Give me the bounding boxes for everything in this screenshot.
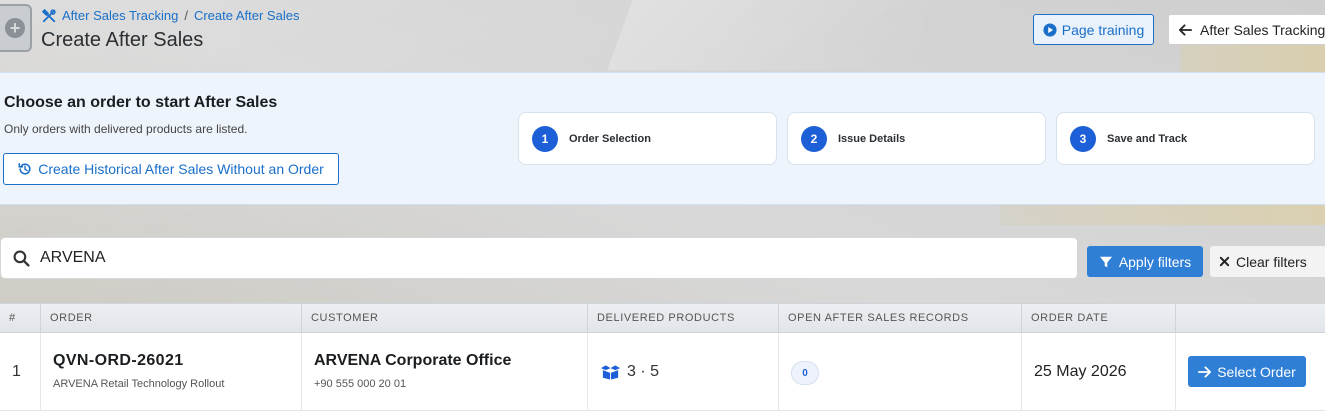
arrow-left-icon	[1179, 23, 1192, 36]
column-header-customer: CUSTOMER	[302, 304, 588, 333]
column-header-delivered-products: DELIVERED PRODUCTS	[588, 304, 779, 333]
column-header-order: ORDER	[41, 304, 302, 333]
column-header-order-date: ORDER DATE	[1022, 304, 1176, 333]
intro-panel: Choose an order to start After Sales Onl…	[0, 72, 1325, 205]
table-header: # ORDER CUSTOMER DELIVERED PRODUCTS OPEN…	[0, 304, 1325, 333]
step-label: Save and Track	[1107, 132, 1188, 145]
table-cell	[302, 333, 588, 411]
page-title: Create After Sales	[41, 29, 204, 51]
step-issue-details: 2 Issue Details	[787, 112, 1046, 165]
background-shape	[1000, 205, 1325, 225]
step-number: 3	[1070, 125, 1096, 152]
customer-phone: +90 555 000 20 01	[314, 378, 407, 390]
select-order-button[interactable]: Select Order	[1188, 356, 1306, 387]
search-icon	[13, 250, 30, 267]
page-training-button[interactable]: Page training	[1033, 14, 1154, 45]
close-icon	[1219, 256, 1230, 267]
breadcrumb-link-after-sales-tracking[interactable]: After Sales Tracking	[62, 8, 178, 23]
breadcrumb-separator: /	[184, 8, 188, 23]
table-row: 1 QVN-ORD-26021 ARVENA Retail Technology…	[0, 333, 1325, 411]
boxes-icon	[600, 365, 621, 380]
step-label: Order Selection	[569, 132, 651, 145]
tools-icon	[42, 8, 56, 22]
clear-filters-button[interactable]: Clear filters	[1210, 246, 1325, 277]
breadcrumb: After Sales Tracking / Create After Sale…	[42, 8, 299, 23]
step-order-selection: 1 Order Selection	[518, 112, 777, 165]
back-button[interactable]: After Sales Tracking	[1168, 14, 1325, 45]
play-circle-icon	[1043, 22, 1057, 37]
step-number: 1	[532, 125, 558, 152]
step-save-and-track: 3 Save and Track	[1056, 112, 1315, 165]
breadcrumb-link-create-after-sales[interactable]: Create After Sales	[194, 8, 300, 23]
step-number: 2	[801, 125, 827, 152]
intro-subtitle: Only orders with delivered products are …	[4, 122, 248, 136]
apply-filters-label: Apply filters	[1118, 253, 1192, 270]
order-id: QVN-ORD-26021	[53, 352, 184, 369]
delivered-products-value: 3 · 5	[627, 363, 660, 380]
open-records-badge: 0	[791, 361, 819, 385]
back-button-label: After Sales Tracking	[1200, 21, 1325, 38]
clear-filters-label: Clear filters	[1236, 253, 1307, 270]
history-icon	[18, 162, 31, 175]
column-header-index: #	[0, 304, 41, 333]
page-header: + After Sales Tracking / Create After Sa…	[0, 0, 1325, 72]
search-input[interactable]	[40, 249, 1020, 267]
create-historical-label: Create Historical After Sales Without an…	[38, 161, 324, 177]
step-label: Issue Details	[838, 132, 906, 145]
search-box	[0, 237, 1078, 279]
orders-table: # ORDER CUSTOMER DELIVERED PRODUCTS OPEN…	[0, 303, 1325, 420]
column-header-open-records: OPEN AFTER SALES RECORDS	[779, 304, 1022, 333]
row-index: 1	[12, 363, 21, 380]
arrow-right-icon	[1198, 365, 1212, 378]
add-app-icon[interactable]: +	[0, 4, 32, 52]
table-cell	[41, 333, 302, 411]
intro-title: Choose an order to start After Sales	[4, 94, 278, 111]
order-description: ARVENA Retail Technology Rollout	[53, 378, 225, 390]
filter-icon	[1099, 256, 1112, 267]
apply-filters-button[interactable]: Apply filters	[1087, 246, 1203, 277]
select-order-label: Select Order	[1217, 363, 1296, 380]
delivered-products: 3 · 5	[600, 363, 659, 381]
page-training-label: Page training	[1061, 21, 1145, 38]
customer-name: ARVENA Corporate Office	[314, 352, 512, 369]
column-header-action	[1176, 304, 1325, 333]
create-historical-button[interactable]: Create Historical After Sales Without an…	[3, 153, 339, 185]
order-date: 25 May 2026	[1034, 363, 1127, 380]
